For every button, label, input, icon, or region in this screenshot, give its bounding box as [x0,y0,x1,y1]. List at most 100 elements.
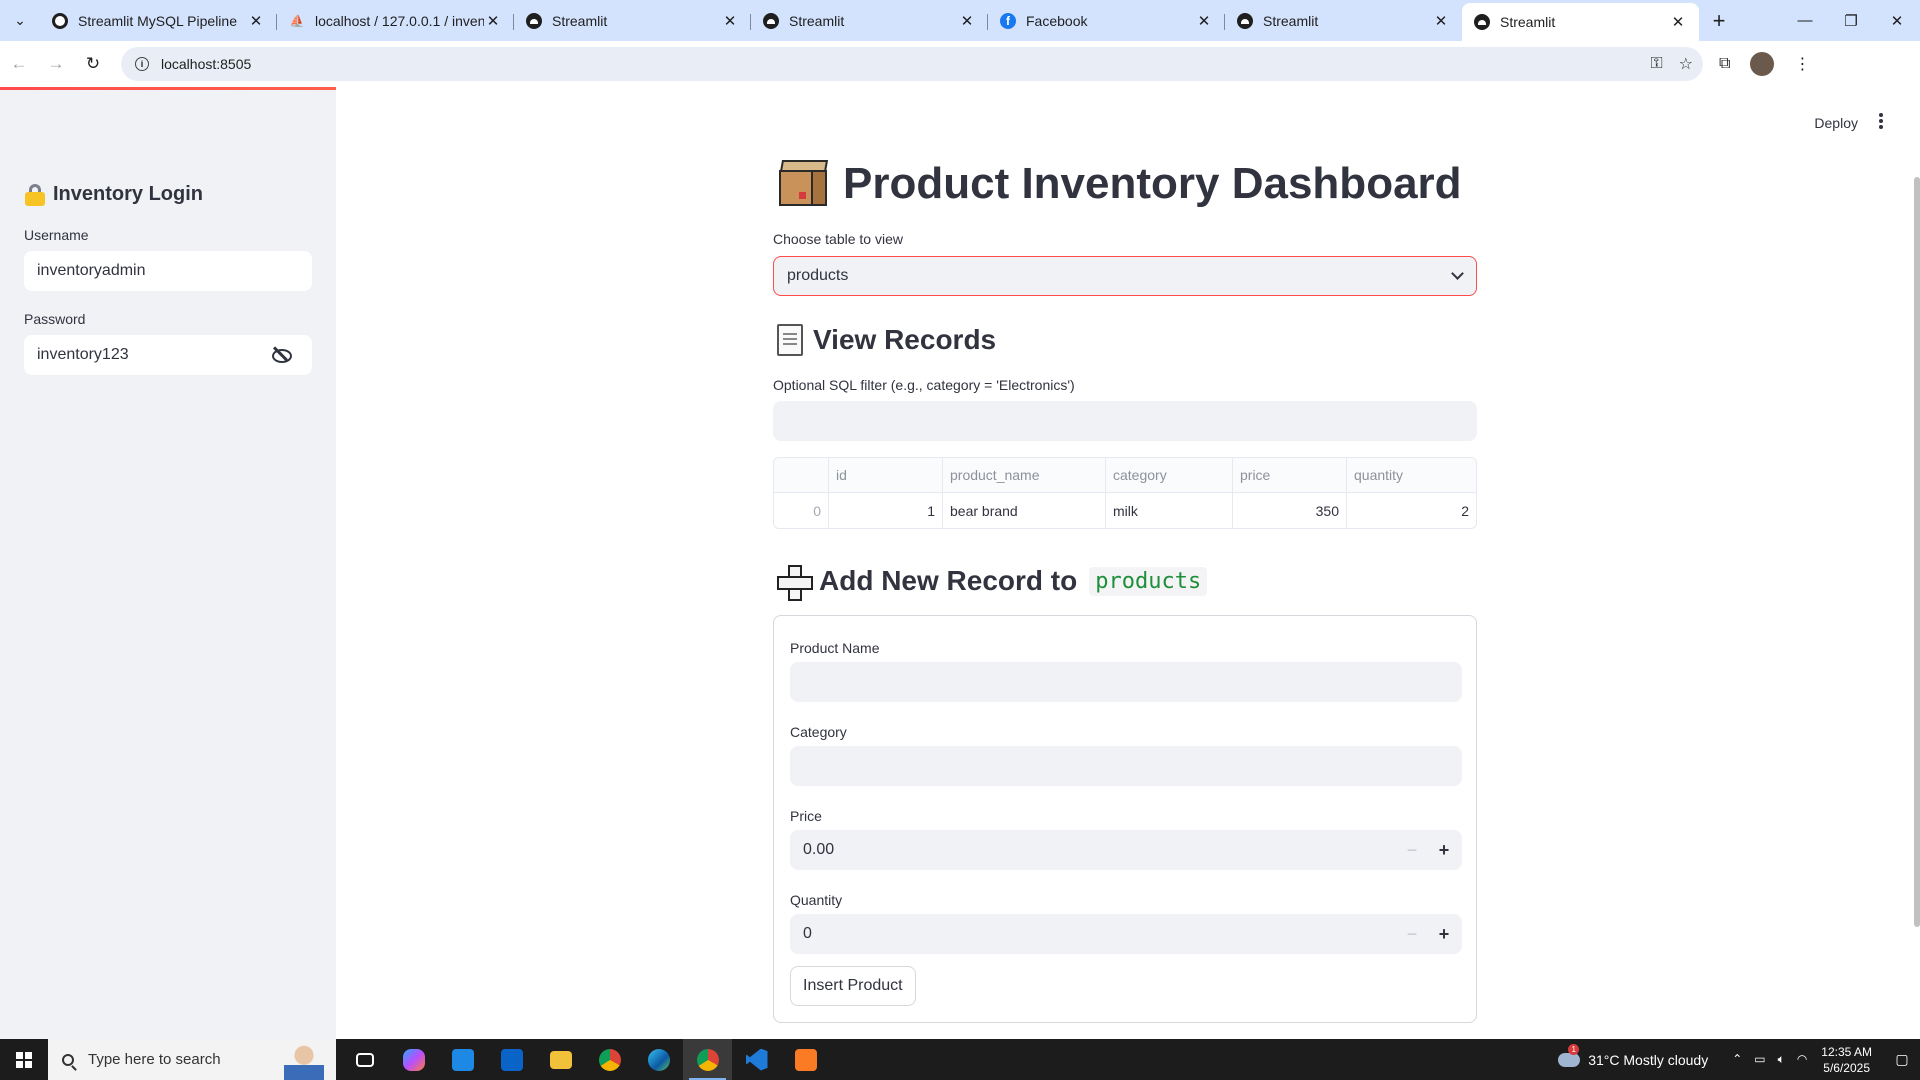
table-cell[interactable]: 1 [829,493,943,528]
edge-icon[interactable] [634,1039,683,1080]
table-header-cell[interactable]: product_name [943,458,1106,492]
extensions-puzzle-icon[interactable]: ⧉ [1719,55,1730,73]
tab-title: Streamlit [552,13,608,29]
restore-icon[interactable]: ❐ [1828,0,1874,41]
table-row[interactable]: 0 1 bear brand milk 350 2 [774,493,1476,528]
cloud-weather-icon [1558,1043,1581,1067]
address-bar[interactable]: i localhost:8505 ⚿ ☆ [121,47,1703,81]
table-header-cell[interactable]: id [829,458,943,492]
weather-widget[interactable]: 31°C Mostly cloudy [1558,1043,1708,1068]
store-icon[interactable] [438,1039,487,1080]
taskbar-search[interactable]: Type here to search [48,1039,336,1080]
file-explorer-icon[interactable] [536,1039,585,1080]
xampp-icon[interactable] [781,1039,830,1080]
page-title: Product Inventory Dashboard [777,159,1462,209]
tab-title: localhost / 127.0.0.1 / inventory [315,13,484,29]
close-window-icon[interactable]: ✕ [1874,0,1920,41]
browser-tab[interactable]: Streamlit ✕ [751,4,988,38]
table-header-cell[interactable] [774,458,829,492]
category-input[interactable] [790,746,1462,786]
password-input[interactable]: inventory123 [24,335,312,375]
category-label: Category [790,724,847,740]
main-content: Deploy Product Inventory Dashboard Choos… [336,87,1920,1039]
quantity-input[interactable]: 0 − + [790,914,1462,954]
quantity-decrement-icon[interactable]: − [1396,914,1428,954]
browser-tab[interactable]: Streamlit ✕ [514,4,751,38]
notification-icon[interactable]: ▢ [1884,1051,1920,1068]
browser-tab[interactable]: Streamlit MySQL Pipeline ✕ [40,4,277,38]
tab-close-icon[interactable]: ✕ [1195,12,1213,30]
scrollbar[interactable] [1914,177,1920,927]
back-arrow-icon[interactable]: ← [1,46,37,82]
browser-tab[interactable]: ⛵ localhost / 127.0.0.1 / inventory ✕ [277,4,514,38]
tab-close-icon[interactable]: ✕ [484,12,502,30]
table-header-cell[interactable]: category [1106,458,1233,492]
view-records-heading-text: View Records [813,324,997,355]
site-info-icon[interactable]: i [135,57,149,71]
browser-toolbar: ← → ↻ i localhost:8505 ⚿ ☆ ⧉ ⋮ [0,41,1920,87]
quantity-increment-icon[interactable]: + [1428,914,1460,954]
table-select[interactable]: products [773,256,1477,296]
chevron-up-icon[interactable]: ⌃ [1732,1052,1742,1067]
price-input[interactable]: 0.00 − + [790,830,1462,870]
tab-close-icon[interactable]: ✕ [247,12,265,30]
table-header-cell[interactable]: quantity [1347,458,1476,492]
table-cell[interactable]: 350 [1233,493,1347,528]
vscode-icon[interactable] [732,1039,781,1080]
tab-title: Streamlit [1263,13,1319,29]
browser-tab[interactable]: Streamlit ✕ [1225,4,1462,38]
add-record-heading-text: Add New Record to [819,565,1078,596]
copilot-icon[interactable] [389,1039,438,1080]
chrome-active-icon[interactable] [683,1039,732,1080]
search-highlight-illustration [284,1042,324,1080]
browser-tab[interactable]: f Facebook ✕ [988,4,1225,38]
add-record-table-name: products [1089,566,1208,596]
tab-close-icon[interactable]: ✕ [958,12,976,30]
password-key-icon[interactable]: ⚿ [1650,55,1662,73]
chrome-icon[interactable] [585,1039,634,1080]
outlook-icon[interactable] [487,1039,536,1080]
streamlit-icon [1474,14,1490,30]
browser-tab-active[interactable]: Streamlit ✕ [1462,3,1699,41]
reload-icon[interactable]: ↻ [75,46,111,82]
clock[interactable]: 12:35 AM 5/6/2025 [1821,1044,1872,1076]
battery-icon[interactable]: ▭ [1754,1052,1765,1067]
add-record-heading: Add New Record to products [777,565,1208,601]
search-icon [62,1053,74,1066]
username-value: inventoryadmin [37,262,146,279]
volume-icon[interactable]: 🔈︎ [1778,1052,1785,1067]
hide-password-eye-icon[interactable] [272,347,292,363]
profile-avatar[interactable] [1750,52,1775,76]
tab-close-icon[interactable]: ✕ [1432,12,1450,30]
main-menu-icon[interactable] [1879,113,1883,129]
table-cell[interactable]: bear brand [943,493,1106,528]
tab-title: Streamlit MySQL Pipeline [78,13,237,29]
wifi-icon[interactable]: ◠ [1797,1052,1807,1067]
price-increment-icon[interactable]: + [1428,830,1460,870]
insert-product-button[interactable]: Insert Product [790,966,916,1006]
forward-arrow-icon[interactable]: → [38,46,74,82]
table-header-cell[interactable]: price [1233,458,1347,492]
product-name-input[interactable] [790,662,1462,702]
table-cell-index: 0 [774,493,829,528]
username-input[interactable]: inventoryadmin [24,251,312,291]
browser-menu-icon[interactable]: ⋮ [1794,54,1810,74]
table-cell[interactable]: 2 [1347,493,1476,528]
table-cell[interactable]: milk [1106,493,1233,528]
new-tab-button[interactable]: + [1699,4,1739,38]
quantity-value: 0 [803,925,812,942]
package-box-icon [777,160,829,208]
deploy-button[interactable]: Deploy [1814,115,1858,131]
streamlit-icon [526,13,542,29]
price-decrement-icon[interactable]: − [1396,830,1428,870]
bookmark-star-icon[interactable]: ☆ [1679,54,1693,74]
tab-search-chevron-icon[interactable]: ⌄ [0,0,40,41]
minimize-icon[interactable]: — [1782,0,1828,41]
tab-close-icon[interactable]: ✕ [1669,13,1687,31]
sql-filter-input[interactable] [773,401,1477,441]
task-view-icon[interactable] [340,1039,389,1080]
tab-close-icon[interactable]: ✕ [721,12,739,30]
start-button[interactable] [0,1039,48,1080]
records-table[interactable]: id product_name category price quantity … [773,457,1477,529]
system-tray: 31°C Mostly cloudy ⌃ ▭ 🔈︎ ◠ 12:35 AM 5/6… [1558,1039,1920,1080]
